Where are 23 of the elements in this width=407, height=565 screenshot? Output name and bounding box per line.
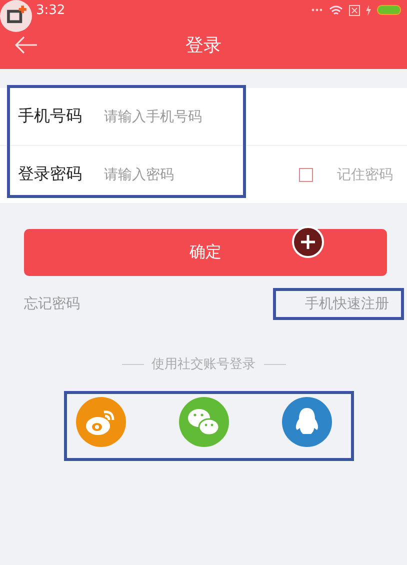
back-arrow-icon[interactable] bbox=[14, 36, 38, 54]
page-title: 登录 bbox=[186, 34, 222, 56]
social-login-heading: 使用社交账号登录 bbox=[152, 356, 256, 373]
field-label: 手机号码 bbox=[18, 106, 83, 127]
weibo-icon[interactable] bbox=[76, 397, 126, 447]
input-field[interactable]: 请输入手机号码 bbox=[104, 108, 254, 124]
sim-icon bbox=[349, 4, 360, 16]
add-window-icon bbox=[0, 0, 32, 32]
field-label: 登录密码 bbox=[18, 164, 83, 185]
confirm-button[interactable]: 确定 bbox=[24, 229, 387, 276]
status-time: 3:32 bbox=[36, 2, 66, 18]
charging-icon bbox=[366, 4, 371, 16]
checkbox[interactable] bbox=[299, 168, 313, 182]
wifi-icon bbox=[329, 4, 343, 16]
forgot-password-link[interactable]: 忘记密码 bbox=[24, 295, 80, 313]
penguin-icon[interactable] bbox=[282, 397, 332, 447]
chat-bubbles-icon[interactable] bbox=[178, 397, 228, 447]
register-link[interactable]: 手机快速注册 bbox=[305, 295, 389, 313]
remember-label[interactable]: 记住密码 bbox=[337, 166, 393, 184]
dots-icon bbox=[311, 7, 323, 13]
plus-cursor-icon bbox=[292, 226, 324, 258]
input-field[interactable]: 请输入密码 bbox=[104, 166, 254, 182]
battery-icon bbox=[377, 5, 401, 15]
